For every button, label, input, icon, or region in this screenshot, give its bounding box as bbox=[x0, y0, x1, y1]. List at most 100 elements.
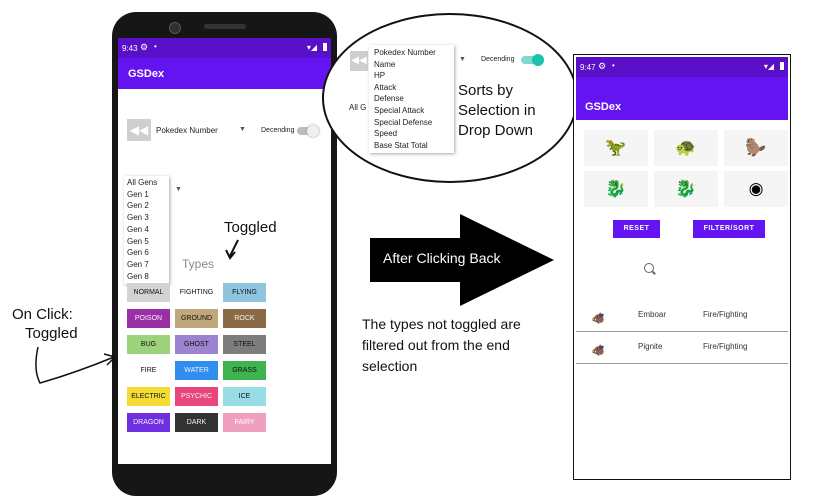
app-bar: GSDex bbox=[118, 58, 331, 89]
sprite-cell[interactable]: ◉ bbox=[724, 171, 788, 207]
app-bar: GSDex bbox=[576, 77, 788, 120]
tyranitar-sprite-icon: 🦖 bbox=[605, 138, 627, 157]
camera-icon bbox=[169, 22, 181, 34]
gear-icon: ⚙ bbox=[140, 42, 149, 52]
sort-option[interactable]: Speed bbox=[374, 128, 454, 140]
result-types: Fire/Fighting bbox=[703, 342, 748, 351]
sort-option[interactable]: Attack bbox=[374, 82, 454, 94]
type-button-flying[interactable]: FLYING bbox=[223, 283, 266, 302]
app-title: GSDex bbox=[585, 101, 622, 113]
result-sprite-icon: 🐗 bbox=[591, 345, 605, 357]
signal-icon: ▾◢ bbox=[306, 43, 317, 52]
unknown-pokeball-icon: ◉ bbox=[748, 179, 764, 198]
gen-option[interactable]: All Gens bbox=[127, 177, 169, 189]
sort-option[interactable]: HP bbox=[374, 70, 454, 82]
type-button-water[interactable]: WATER bbox=[175, 361, 218, 380]
gen-option[interactable]: Gen 8 bbox=[127, 271, 169, 283]
type-button-ground[interactable]: GROUND bbox=[175, 309, 218, 328]
battery-icon bbox=[323, 43, 327, 51]
annotation-types-note: The types not toggled are filtered out f… bbox=[362, 316, 521, 374]
gen-option[interactable]: Gen 4 bbox=[127, 224, 169, 236]
callout-caption: Sorts by Selection in Drop Down bbox=[458, 82, 536, 139]
notification-dot-icon: • bbox=[154, 42, 157, 51]
type-button-psychic[interactable]: PSYCHIC bbox=[175, 387, 218, 406]
types-header: Types bbox=[182, 257, 215, 271]
gear-icon: ⚙ bbox=[598, 61, 607, 71]
type-button-dark[interactable]: DARK bbox=[175, 413, 218, 432]
gen-option[interactable]: Gen 5 bbox=[127, 236, 169, 248]
descending-label: Decending bbox=[261, 127, 295, 134]
chevron-down-icon[interactable]: ▼ bbox=[459, 56, 466, 63]
search-icon[interactable] bbox=[644, 263, 654, 273]
result-name[interactable]: Pignite bbox=[638, 342, 662, 351]
sprite-cell[interactable]: 🦫 bbox=[724, 130, 788, 166]
type-button-poison[interactable]: POISON bbox=[127, 309, 170, 328]
sort-option[interactable]: Base Stat Total bbox=[374, 140, 454, 152]
chevron-down-icon[interactable]: ▼ bbox=[239, 126, 246, 133]
annotation-after-back: After Clicking Back bbox=[383, 250, 501, 266]
gen-option[interactable]: Gen 1 bbox=[127, 189, 169, 201]
gen-option[interactable]: Gen 3 bbox=[127, 212, 169, 224]
type-button-grass[interactable]: GRASS bbox=[223, 361, 266, 380]
sort-option[interactable]: Pokedex Number bbox=[374, 47, 454, 59]
type-button-dragon[interactable]: DRAGON bbox=[127, 413, 170, 432]
speaker-grille bbox=[204, 24, 246, 29]
reset-button[interactable]: RESET bbox=[613, 220, 660, 238]
type-button-fairy[interactable]: FAIRY bbox=[223, 413, 266, 432]
result-sprite-icon: 🐗 bbox=[591, 313, 605, 325]
grotle-sprite-icon: 🐢 bbox=[675, 138, 697, 157]
sprite-cell[interactable]: 🐉 bbox=[654, 171, 718, 207]
status-bar: 9:43 ⚙ • ▾◢ bbox=[118, 38, 331, 58]
chevron-down-icon[interactable]: ▼ bbox=[175, 186, 182, 193]
gen-option[interactable]: Gen 7 bbox=[127, 259, 169, 271]
rewind-button[interactable]: ◀◀ bbox=[350, 51, 368, 71]
type-button-ghost[interactable]: GHOST bbox=[175, 335, 218, 354]
result-types: Fire/Fighting bbox=[703, 310, 748, 319]
type-button-bug[interactable]: BUG bbox=[127, 335, 170, 354]
sort-option[interactable]: Defense bbox=[374, 93, 454, 105]
sprite-cell[interactable]: 🐉 bbox=[584, 171, 648, 207]
app-title: GSDex bbox=[128, 68, 165, 80]
bibarel-sprite-icon: 🦫 bbox=[745, 138, 767, 157]
annotation-on-click: On Click: bbox=[12, 306, 73, 323]
gen-option[interactable]: Gen 2 bbox=[127, 200, 169, 212]
sort-option[interactable]: Special Attack bbox=[374, 105, 454, 117]
gen-option[interactable]: Gen 6 bbox=[127, 247, 169, 259]
phone-after-screen: 9:47 ⚙ • ▾◢ GSDex 🦖 🐢 🦫 🐉 🐉 ◉ RESET FILTER/SO… bbox=[576, 57, 788, 477]
sort-option[interactable]: Name bbox=[374, 59, 454, 71]
type-button-fire[interactable]: FIRE bbox=[127, 361, 170, 380]
arrow-toggled-icon bbox=[225, 239, 239, 260]
annotation-toggled: Toggled bbox=[224, 219, 277, 236]
status-time: 9:43 bbox=[122, 44, 138, 53]
type-button-rock[interactable]: ROCK bbox=[223, 309, 266, 328]
descending-label: Decending bbox=[481, 56, 515, 63]
sort-dropdown-list[interactable]: Pokedex Number Name HP Attack Defense Sp… bbox=[369, 45, 454, 154]
shiny-sprite-icon: 🐉 bbox=[675, 179, 697, 198]
filter-sort-button[interactable]: FILTER/SORT bbox=[693, 220, 765, 238]
sort-option[interactable]: Special Defense bbox=[374, 117, 454, 129]
type-button-electric[interactable]: ELECTRIC bbox=[127, 387, 170, 406]
signal-icon: ▾◢ bbox=[763, 62, 774, 71]
descending-toggle-on[interactable] bbox=[521, 54, 544, 66]
type-button-fighting[interactable]: FIGHTING bbox=[175, 283, 218, 302]
descending-toggle[interactable] bbox=[297, 125, 319, 137]
annotation-on-click-toggled: Toggled bbox=[25, 325, 78, 342]
status-time: 9:47 bbox=[580, 63, 596, 72]
result-name[interactable]: Emboar bbox=[638, 310, 666, 319]
arrow-on-click-icon bbox=[35, 346, 117, 384]
type-button-normal[interactable]: NORMAL bbox=[127, 283, 170, 302]
row-divider bbox=[576, 363, 788, 364]
gen-dropdown-list[interactable]: All Gens Gen 1 Gen 2 Gen 3 Gen 4 Gen 5 G… bbox=[124, 176, 169, 285]
sprite-cell[interactable]: 🦖 bbox=[584, 130, 648, 166]
row-divider bbox=[576, 331, 788, 332]
type-button-steel[interactable]: STEEL bbox=[223, 335, 266, 354]
rewind-button[interactable]: ◀◀ bbox=[127, 119, 151, 141]
sort-dropdown[interactable]: Pokedex Number bbox=[156, 126, 218, 135]
notification-dot-icon: • bbox=[612, 61, 615, 70]
status-bar: 9:47 ⚙ • ▾◢ bbox=[576, 57, 788, 77]
shiny-sprite-icon: 🐉 bbox=[605, 179, 627, 198]
battery-icon bbox=[780, 62, 784, 70]
type-button-ice[interactable]: ICE bbox=[223, 387, 266, 406]
sprite-cell[interactable]: 🐢 bbox=[654, 130, 718, 166]
gen-dropdown-peek: All G bbox=[349, 103, 367, 112]
